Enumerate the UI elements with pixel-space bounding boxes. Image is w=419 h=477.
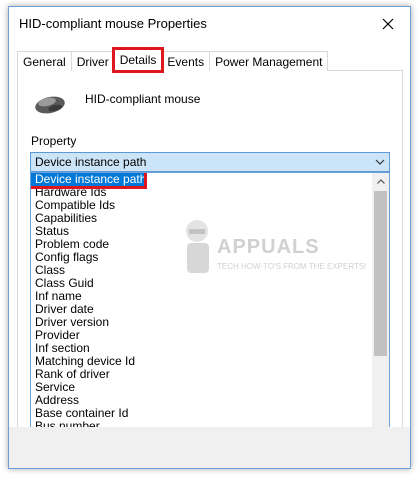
close-button[interactable] [366, 7, 410, 41]
tab-events[interactable]: Events [161, 51, 211, 71]
list-item[interactable]: Driver version [31, 316, 373, 329]
tab-strip: General Driver Details Events Power Mana… [17, 47, 329, 73]
properties-dialog: HID-compliant mouse Properties General D… [8, 6, 411, 469]
title-bar: HID-compliant mouse Properties [9, 7, 410, 41]
scroll-thumb[interactable] [374, 191, 387, 356]
list-item[interactable]: Class Guid [31, 277, 373, 290]
list-item[interactable]: Service [31, 381, 373, 394]
device-name: HID-compliant mouse [85, 92, 201, 106]
property-dropdown[interactable]: Device instance path [30, 152, 390, 172]
property-dropdown-value: Device instance path [35, 155, 147, 169]
close-icon [382, 18, 394, 30]
scroll-up-button[interactable] [372, 173, 389, 190]
chevron-down-icon [375, 159, 385, 165]
chevron-up-icon [376, 179, 385, 184]
window-title: HID-compliant mouse Properties [19, 16, 207, 31]
mouse-icon [35, 96, 65, 114]
list-item[interactable]: Rank of driver [31, 368, 373, 381]
list-item[interactable]: Capabilities [31, 212, 373, 225]
options: Device instance path Hardware Ids Compatib… [31, 173, 373, 468]
property-options-list: Device instance path Hardware Ids Compatib… [30, 172, 390, 468]
tab-details[interactable]: Details [111, 47, 165, 73]
property-label: Property [31, 134, 77, 148]
scrollbar[interactable] [372, 173, 389, 468]
tab-driver[interactable]: Driver [70, 51, 115, 71]
tab-power-management[interactable]: Power Management [209, 51, 329, 71]
dialog-button-area [9, 427, 410, 468]
list-item[interactable]: Config flags [31, 251, 373, 264]
tab-general[interactable]: General [17, 51, 72, 71]
